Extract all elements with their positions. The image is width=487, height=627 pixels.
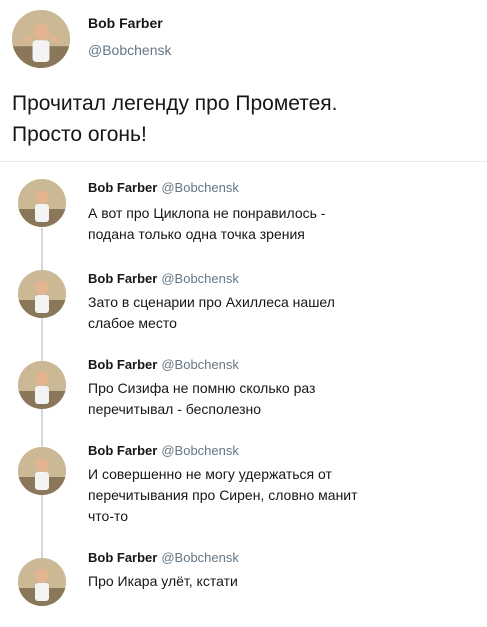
reply-text: А вот про Циклопа не понравилось - подан…	[88, 203, 448, 245]
author-handle[interactable]: @Bobchensk	[161, 357, 239, 372]
avatar[interactable]	[18, 179, 66, 227]
avatar-photo-icon	[18, 179, 66, 227]
reply-header: Bob Farber @Bobchensk	[88, 550, 239, 565]
reply-text-line: А вот про Циклопа не понравилось -	[88, 205, 326, 221]
reply-text: Про Икара улёт, кстати	[88, 571, 448, 592]
author-handle[interactable]: @Bobchensk	[161, 550, 239, 565]
avatar-photo-icon	[18, 361, 66, 409]
reply-header: Bob Farber @Bobchensk	[88, 357, 239, 372]
reply-text-line: Зато в сценарии про Ахиллеса нашел	[88, 294, 335, 310]
reply-text-line: Про Икара улёт, кстати	[88, 573, 238, 589]
tweet-text: Прочитал легенду про Прометея. Просто ог…	[12, 88, 472, 150]
author-name[interactable]: Bob Farber	[88, 443, 157, 458]
reply-header: Bob Farber @Bobchensk	[88, 180, 239, 195]
reply-header: Bob Farber @Bobchensk	[88, 271, 239, 286]
reply-text-line: что-то	[88, 508, 129, 524]
author-name[interactable]: Bob Farber	[88, 357, 157, 372]
author-handle[interactable]: @Bobchensk	[161, 180, 239, 195]
reply-text-line: подана только одна точка зрения	[88, 226, 305, 242]
author-name[interactable]: Bob Farber	[88, 15, 163, 31]
avatar[interactable]	[18, 361, 66, 409]
reply-text: И совершенно не могу удержаться от переч…	[88, 464, 448, 527]
reply-text: Зато в сценарии про Ахиллеса нашел слабо…	[88, 292, 448, 334]
reply-text-line: И совершенно не могу удержаться от	[88, 466, 332, 482]
tweet-text-line-2: Просто огонь!	[12, 123, 147, 146]
author-handle[interactable]: @Bobchensk	[88, 42, 171, 58]
reply-text-line: перечитывал - бесполезно	[88, 401, 262, 417]
avatar[interactable]	[18, 447, 66, 495]
author-name[interactable]: Bob Farber	[88, 180, 157, 195]
avatar[interactable]	[18, 270, 66, 318]
avatar[interactable]	[12, 10, 70, 68]
reply-text-line: слабое место	[88, 315, 177, 331]
author-handle[interactable]: @Bobchensk	[161, 443, 239, 458]
reply-text-line: перечитывания про Сирен, словно манит	[88, 487, 358, 503]
divider	[0, 161, 487, 162]
reply-header: Bob Farber @Bobchensk	[88, 443, 239, 458]
avatar-photo-icon	[18, 558, 66, 606]
author-name[interactable]: Bob Farber	[88, 550, 157, 565]
reply-text-line: Про Сизифа не помню сколько раз	[88, 380, 316, 396]
avatar-photo-icon	[18, 270, 66, 318]
avatar-photo-icon	[12, 10, 70, 68]
author-name[interactable]: Bob Farber	[88, 271, 157, 286]
tweet-text-line-1: Прочитал легенду про Прометея.	[12, 92, 338, 115]
reply-text: Про Сизифа не помню сколько раз перечиты…	[88, 378, 448, 420]
avatar[interactable]	[18, 558, 66, 606]
avatar-photo-icon	[18, 447, 66, 495]
author-handle[interactable]: @Bobchensk	[161, 271, 239, 286]
